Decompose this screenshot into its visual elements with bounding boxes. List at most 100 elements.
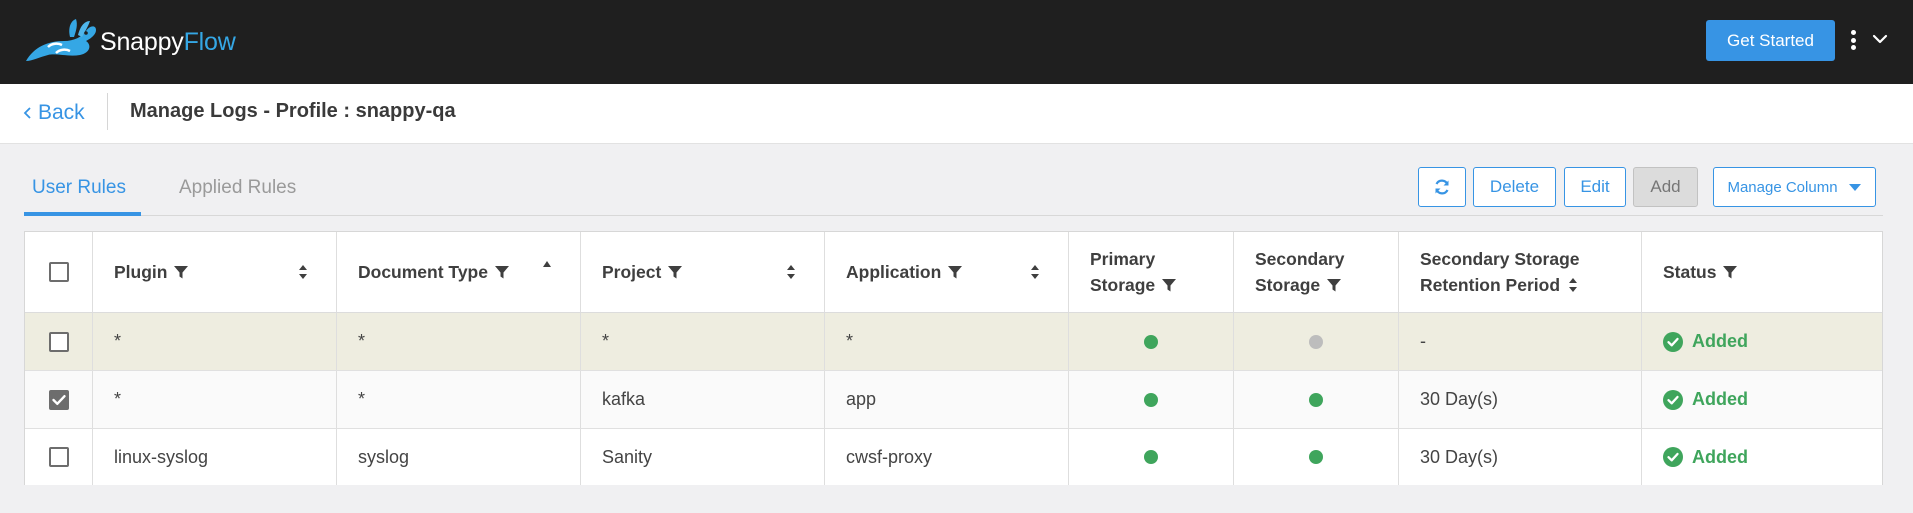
header-divider [107, 93, 108, 130]
top-navigation-bar: SnappyFlow Get Started [0, 0, 1913, 84]
project-cell: kafka [581, 371, 825, 428]
filter-icon[interactable] [667, 264, 683, 280]
page-title: Manage Logs - Profile : snappy-qa [130, 100, 456, 122]
plugin-cell: * [93, 371, 337, 428]
column-label: Document Type [358, 262, 488, 282]
row-checkbox[interactable] [48, 331, 69, 352]
edit-button[interactable]: Edit [1564, 167, 1626, 207]
secondary-storage-cell [1234, 371, 1399, 428]
status-badge: Added [1663, 389, 1748, 410]
select-all-cell [25, 232, 93, 312]
status-label: Added [1692, 389, 1748, 409]
status-cell: Added [1642, 429, 1882, 485]
tab-user-rules[interactable]: User Rules [32, 177, 126, 199]
rules-tabs: User Rules Applied Rules [24, 164, 347, 216]
column-label-line1: Secondary Storage [1420, 249, 1580, 269]
snappyflow-logo[interactable]: SnappyFlow [20, 16, 236, 68]
status-label: Added [1692, 331, 1748, 351]
primary-storage-cell [1069, 429, 1234, 485]
more-options-icon[interactable] [1849, 30, 1857, 50]
refresh-button[interactable] [1418, 167, 1466, 207]
chevron-down-icon[interactable] [1872, 32, 1888, 46]
check-circle-icon [1663, 389, 1683, 410]
tabs-divider-line [347, 215, 1883, 216]
filter-icon[interactable] [1161, 277, 1177, 293]
row-select-cell [25, 429, 93, 485]
sort-icon[interactable] [1568, 277, 1578, 293]
column-header-application[interactable]: Application [825, 232, 1069, 312]
column-header-document-type[interactable]: Document Type [337, 232, 581, 312]
status-dot-green [1144, 392, 1158, 407]
get-started-button[interactable]: Get Started [1706, 20, 1835, 61]
status-dot-green [1309, 392, 1323, 407]
application-cell: app [825, 371, 1069, 428]
logo-text: SnappyFlow [100, 27, 236, 56]
status-dot-green [1144, 450, 1158, 464]
sort-icon[interactable] [1030, 264, 1040, 280]
status-label: Added [1692, 446, 1748, 467]
column-header-plugin[interactable]: Plugin [93, 232, 337, 312]
filter-icon[interactable] [494, 264, 510, 280]
manage-column-button[interactable]: Manage Column [1713, 167, 1876, 207]
sort-icon[interactable] [298, 264, 308, 280]
column-label: Plugin [114, 262, 168, 282]
plugin-cell: linux-syslog [93, 429, 337, 485]
filter-icon[interactable] [947, 264, 963, 280]
status-cell: Added [1642, 313, 1882, 370]
back-link[interactable]: Back [22, 101, 85, 125]
row-checkbox[interactable] [48, 447, 69, 467]
retention-cell: - [1399, 313, 1642, 370]
select-all-checkbox[interactable] [48, 262, 69, 282]
page-header: Back Manage Logs - Profile : snappy-qa [0, 84, 1913, 144]
column-label-line1: Secondary [1255, 249, 1345, 269]
status-dot-grey [1309, 334, 1323, 349]
column-header-status[interactable]: Status [1642, 232, 1882, 312]
active-tab-indicator [24, 212, 141, 216]
check-circle-icon [1663, 331, 1683, 352]
filter-icon[interactable] [173, 264, 189, 280]
project-cell: Sanity [581, 429, 825, 485]
rabbit-logo-icon [26, 19, 96, 61]
plugin-cell: * [93, 313, 337, 370]
back-label: Back [38, 101, 85, 124]
column-header-project[interactable]: Project [581, 232, 825, 312]
status-badge: Added [1663, 447, 1748, 468]
sort-icon[interactable] [786, 264, 796, 280]
status-cell: Added [1642, 371, 1882, 428]
manage-column-label: Manage Column [1727, 178, 1838, 196]
secondary-storage-cell [1234, 313, 1399, 370]
row-select-cell [25, 371, 93, 428]
check-circle-icon [1663, 447, 1683, 467]
column-label: Status [1663, 262, 1717, 282]
primary-storage-cell [1069, 371, 1234, 428]
delete-button[interactable]: Delete [1473, 167, 1556, 207]
tab-applied-rules[interactable]: Applied Rules [179, 177, 296, 199]
primary-storage-cell [1069, 313, 1234, 370]
table-header-row: Plugin Document Type Project Application… [25, 232, 1882, 312]
table-row[interactable]: linux-syslog syslog Sanity cwsf-proxy 30… [25, 428, 1882, 485]
application-cell: * [825, 313, 1069, 370]
document-type-cell: * [337, 371, 581, 428]
row-select-cell [25, 313, 93, 370]
secondary-storage-cell [1234, 429, 1399, 485]
column-header-retention-period[interactable]: Secondary Storage Retention Period [1399, 232, 1642, 312]
filter-icon[interactable] [1326, 277, 1342, 293]
column-header-secondary-storage[interactable]: Secondary Storage [1234, 232, 1399, 312]
table-row[interactable]: * * * * - Added [25, 312, 1882, 370]
column-label-line2: Storage [1090, 275, 1156, 295]
column-header-primary-storage[interactable]: Primary Storage [1069, 232, 1234, 312]
filter-icon[interactable] [1722, 264, 1738, 280]
sort-ascending-icon[interactable] [542, 260, 552, 268]
add-button[interactable]: Add [1633, 167, 1698, 207]
column-label: Application [846, 262, 942, 282]
column-label-line2: Storage [1255, 275, 1321, 295]
column-label-line2: Retention Period [1420, 275, 1561, 295]
column-label: Project [602, 262, 662, 282]
retention-cell: 30 Day(s) [1399, 429, 1642, 485]
document-type-cell: * [337, 313, 581, 370]
status-badge: Added [1663, 331, 1748, 352]
table-row[interactable]: * * kafka app 30 Day(s) Added [25, 370, 1882, 428]
status-dot-green [1309, 450, 1323, 464]
checked-checkbox-icon[interactable] [48, 389, 70, 411]
retention-cell: 30 Day(s) [1399, 371, 1642, 428]
